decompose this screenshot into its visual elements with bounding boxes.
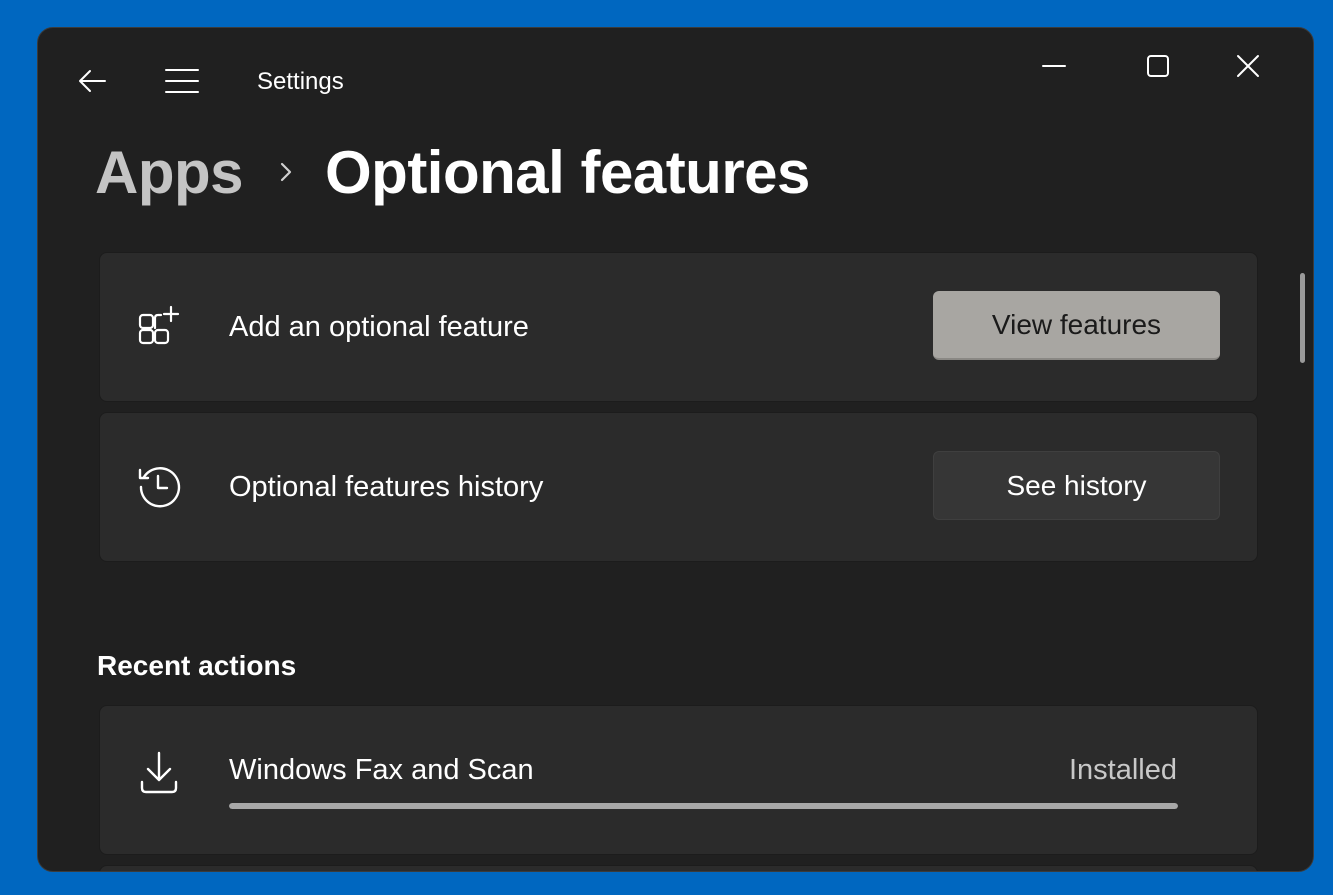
back-arrow-icon [79, 70, 106, 92]
download-icon [136, 750, 182, 796]
add-apps-grid-icon [136, 303, 182, 349]
minimize-icon [1042, 65, 1066, 67]
chevron-right-icon [279, 161, 293, 183]
view-features-button[interactable]: View features [933, 291, 1220, 360]
see-history-button[interactable]: See history [933, 451, 1220, 520]
hamburger-menu-icon [165, 69, 199, 93]
maximize-icon [1147, 55, 1169, 77]
history-clock-icon [136, 463, 182, 509]
back-button[interactable] [72, 64, 112, 98]
add-optional-feature-card: Add an optional feature View features [99, 252, 1258, 402]
page-title: Optional features [325, 138, 810, 206]
app-title: Settings [257, 68, 344, 95]
recent-actions-heading: Recent actions [97, 650, 297, 681]
recent-action-item-partial [99, 865, 1258, 871]
recent-action-item: Windows Fax and Scan Installed [99, 705, 1258, 855]
title-bar: Settings [38, 28, 1313, 138]
close-button[interactable] [1218, 46, 1278, 86]
vertical-scrollbar[interactable] [1300, 273, 1305, 363]
recent-action-status: Installed [1068, 754, 1177, 786]
add-optional-feature-label: Add an optional feature [229, 311, 529, 343]
minimize-button[interactable] [1024, 46, 1084, 86]
breadcrumb-apps-link[interactable]: Apps [95, 138, 244, 207]
close-icon [1237, 55, 1259, 77]
install-progress-bar [229, 803, 1178, 809]
recent-action-name: Windows Fax and Scan [229, 754, 534, 786]
optional-features-history-label: Optional features history [229, 471, 544, 503]
maximize-button[interactable] [1128, 46, 1188, 86]
optional-features-history-card: Optional features history See history [99, 412, 1258, 562]
navigation-menu-button[interactable] [162, 64, 202, 98]
install-progress-fill [229, 803, 1178, 809]
settings-window: Settings Apps Optional features Add an o… [37, 27, 1314, 872]
breadcrumb: Apps Optional features [95, 132, 810, 212]
